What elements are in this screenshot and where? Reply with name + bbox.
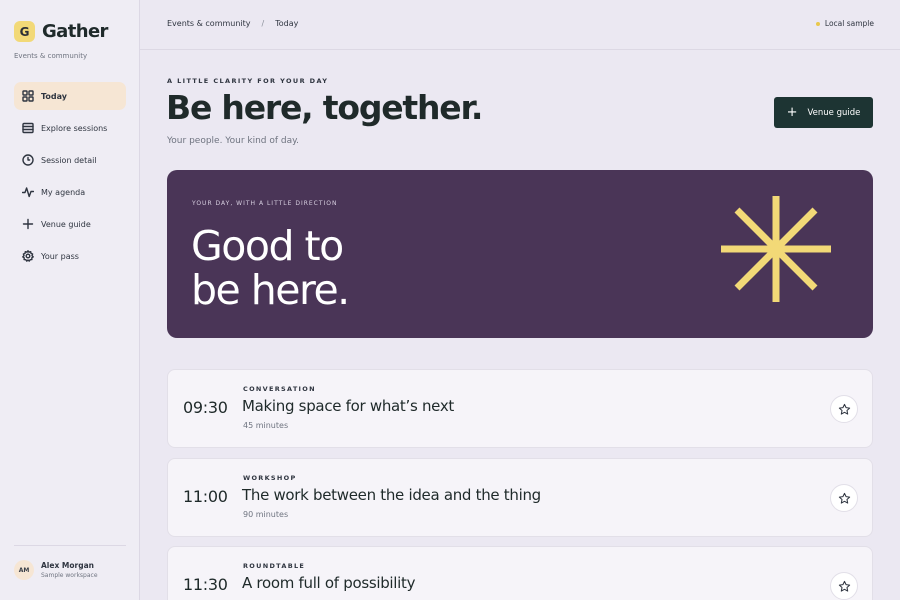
status-label: Local sample	[824, 19, 874, 28]
sidebar-item-label: Today	[41, 91, 67, 101]
session-time: 09:30	[183, 398, 228, 417]
session-duration: 45 minutes	[243, 421, 289, 430]
sidebar-item-your-pass[interactable]: Your pass	[14, 242, 126, 270]
asterisk-icon	[721, 196, 831, 302]
session-kind: ROUNDTABLE	[243, 562, 306, 570]
star-icon	[838, 403, 850, 415]
top-bar: Events & community / Today Local sample	[140, 0, 900, 50]
page-subtitle: Your people. Your kind of day.	[167, 136, 300, 146]
hero-eyebrow: YOUR DAY, WITH A LITTLE DIRECTION	[192, 200, 338, 207]
sidebar-item-label: Venue guide	[41, 219, 91, 229]
hero-title: Good to be here.	[191, 224, 491, 312]
session-duration: 90 minutes	[243, 510, 289, 519]
brand-name: Gather	[42, 21, 108, 42]
grid-icon	[22, 90, 34, 102]
status-badge: Local sample	[815, 19, 874, 28]
brand-subtitle: Events & community	[14, 52, 88, 60]
sidebar-item-label: Session detail	[41, 155, 97, 165]
session-time: 11:30	[183, 575, 228, 594]
sidebar: G Gather Events & community Today Explor…	[0, 0, 140, 600]
list-icon	[22, 122, 34, 134]
page-eyebrow: A LITTLE CLARITY FOR YOUR DAY	[167, 77, 329, 85]
sidebar-divider	[14, 545, 126, 546]
session-title: The work between the idea and the thing	[242, 486, 541, 504]
session-kind: CONVERSATION	[243, 385, 316, 393]
breadcrumb: Events & community / Today	[167, 19, 298, 28]
user-profile[interactable]: AM Alex Morgan Sample workspace	[14, 560, 98, 580]
hero-banner: YOUR DAY, WITH A LITTLE DIRECTION Good t…	[167, 170, 873, 338]
breadcrumb-item-today: Today	[275, 19, 299, 28]
clock-icon	[22, 154, 34, 166]
favorite-button[interactable]	[830, 572, 858, 600]
avatar: AM	[14, 560, 34, 580]
activity-icon	[22, 187, 34, 198]
sidebar-item-explore-sessions[interactable]: Explore sessions	[14, 114, 126, 142]
user-workspace: Sample workspace	[41, 572, 98, 579]
plus-icon: +	[786, 105, 798, 120]
sidebar-item-venue-guide[interactable]: Venue guide	[14, 210, 126, 238]
session-kind: WORKSHOP	[243, 474, 297, 482]
session-card[interactable]: 09:30 CONVERSATION Making space for what…	[167, 369, 873, 448]
hero-title-line-1: Good to	[191, 222, 344, 270]
venue-guide-label: Venue guide	[807, 107, 861, 118]
page-title: Be here, together.	[166, 88, 483, 127]
sidebar-item-today[interactable]: Today	[14, 82, 126, 110]
sidebar-nav: Today Explore sessions Session detail My…	[14, 82, 126, 274]
breadcrumb-item-events[interactable]: Events & community	[167, 19, 251, 28]
brand-logo: G	[14, 21, 35, 42]
sidebar-item-my-agenda[interactable]: My agenda	[14, 178, 126, 206]
sidebar-item-label: Your pass	[41, 251, 79, 261]
sidebar-item-label: Explore sessions	[41, 123, 108, 133]
favorite-button[interactable]	[830, 395, 858, 423]
status-dot-icon	[815, 21, 820, 26]
gear-icon	[22, 250, 34, 262]
brand[interactable]: G Gather	[14, 21, 108, 42]
breadcrumb-separator: /	[261, 19, 265, 28]
star-icon	[838, 580, 850, 592]
favorite-button[interactable]	[830, 484, 858, 512]
venue-guide-button[interactable]: + Venue guide	[774, 97, 873, 128]
user-name: Alex Morgan	[41, 561, 94, 570]
session-time: 11:00	[183, 487, 228, 506]
sidebar-item-session-detail[interactable]: Session detail	[14, 146, 126, 174]
session-card[interactable]: 11:00 WORKSHOP The work between the idea…	[167, 458, 873, 537]
sidebar-item-label: My agenda	[41, 187, 86, 197]
session-title: Making space for what’s next	[242, 397, 454, 415]
star-icon	[838, 492, 850, 504]
session-title: A room full of possibility	[242, 574, 416, 592]
hero-title-line-2: be here.	[191, 266, 350, 314]
session-card[interactable]: 11:30 ROUNDTABLE A room full of possibil…	[167, 546, 873, 600]
plus-icon	[22, 218, 34, 230]
